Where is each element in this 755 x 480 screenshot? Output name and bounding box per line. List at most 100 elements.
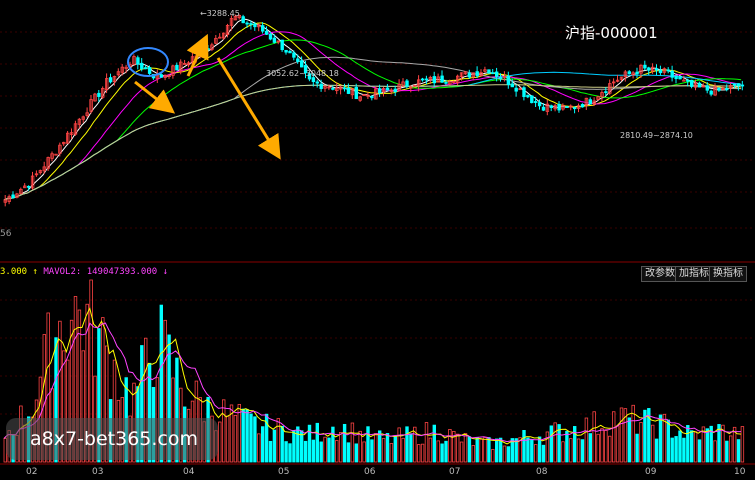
candle-body [643, 64, 647, 69]
candle-body [331, 87, 335, 90]
candle-body [241, 16, 245, 24]
candle-body [253, 23, 257, 28]
candle-body [627, 71, 631, 75]
volume-bar [377, 430, 382, 463]
candle-body [740, 84, 745, 87]
volume-bar [690, 430, 694, 463]
candle-body [604, 91, 608, 94]
month-label: 09 [645, 467, 657, 477]
candle-body [635, 71, 639, 75]
high-annotation: ←3288.45 [200, 9, 240, 18]
candle-body [670, 70, 674, 78]
index-title: 沪指-000001 [565, 24, 658, 42]
add-indicator-button[interactable]: 加指标 [675, 266, 713, 282]
mavol2-label: MAVOL2: [43, 267, 82, 277]
candle-body [498, 76, 503, 79]
candle-body [440, 75, 444, 83]
candle-body [143, 67, 148, 70]
candle-body [487, 69, 491, 74]
candle-body [346, 87, 351, 94]
month-label: 04 [183, 467, 195, 477]
ma10-line [3, 22, 742, 201]
candle-body [159, 74, 163, 78]
volume-bar [639, 422, 643, 463]
candle-body [549, 105, 553, 108]
volume-bar [288, 443, 292, 463]
volume-bar [666, 419, 670, 463]
candle-body [674, 75, 678, 80]
volume-bar [381, 438, 386, 463]
price-axis-label: 56 [0, 229, 12, 239]
mavol2-value: 149047393.000 [86, 267, 158, 277]
volume-bar [444, 440, 448, 463]
volume-bar [592, 411, 596, 463]
volume-bar [526, 437, 530, 463]
candle-body [370, 96, 374, 99]
volume-bar [588, 433, 592, 463]
candle-body [725, 88, 729, 91]
volume-bar [296, 426, 300, 463]
volume-bar [385, 433, 390, 463]
candle-body [136, 57, 140, 65]
volume-bar [705, 428, 709, 463]
candle-body [658, 69, 663, 74]
volume-bar [335, 440, 339, 463]
volume-bar [475, 436, 479, 463]
volume-bar [463, 433, 468, 463]
volume-bar [651, 424, 655, 463]
volume-bar [374, 433, 378, 463]
volume-bar [654, 438, 659, 463]
low-level-annotation: 2810.49~2874.10 [620, 131, 693, 140]
candle-body [108, 77, 113, 83]
volume-bar [409, 433, 413, 463]
ma5-line [3, 18, 742, 201]
volume-bar [522, 430, 526, 463]
volume-bar [580, 439, 585, 463]
candle-body [385, 87, 390, 91]
month-label: 07 [449, 467, 461, 477]
volume-bar [670, 437, 674, 463]
volume-bar [397, 427, 401, 463]
candle-body [588, 99, 592, 105]
volume-bar [506, 446, 511, 463]
volume-bar [268, 440, 273, 463]
volume-bar [686, 425, 690, 463]
volume-bar [483, 437, 487, 463]
volume-bar [619, 407, 624, 463]
candle-body [709, 90, 713, 95]
volume-bar [514, 438, 518, 463]
volume-bar [479, 438, 483, 463]
candle-body [717, 87, 721, 91]
candle-body [541, 106, 546, 111]
volume-bar [303, 440, 308, 463]
candle-body [424, 78, 429, 81]
volume-bar [299, 430, 304, 463]
volume-bar [697, 439, 702, 463]
kline-chart: ←3288.45 3052.62~3048.18 2810.49~2874.10 [0, 9, 755, 465]
volume-bar [455, 433, 460, 463]
volume-bar [545, 431, 550, 463]
switch-indicator-button[interactable]: 换指标 [709, 266, 747, 282]
volume-bar [342, 423, 347, 463]
volume-bar [541, 444, 546, 463]
candle-body [678, 76, 682, 80]
candle-body [580, 104, 585, 108]
trend-arrow [186, 33, 209, 77]
candle-body [260, 25, 265, 32]
candle-body [175, 64, 179, 71]
volume-bar [362, 441, 366, 463]
volume-bar [502, 445, 507, 463]
candle-body [530, 95, 534, 104]
candle-body [296, 58, 300, 62]
volume-bar [565, 430, 569, 463]
ma20-line [3, 31, 742, 201]
candle-body [393, 88, 397, 93]
params-button[interactable]: 改参数 [641, 266, 679, 282]
volume-bar [561, 441, 565, 463]
volume-bar [315, 422, 319, 463]
volume-bar [658, 414, 663, 463]
candle-body [264, 30, 269, 35]
volume-bar [338, 432, 343, 463]
candle-body [686, 79, 690, 82]
volume-bar [358, 430, 362, 463]
